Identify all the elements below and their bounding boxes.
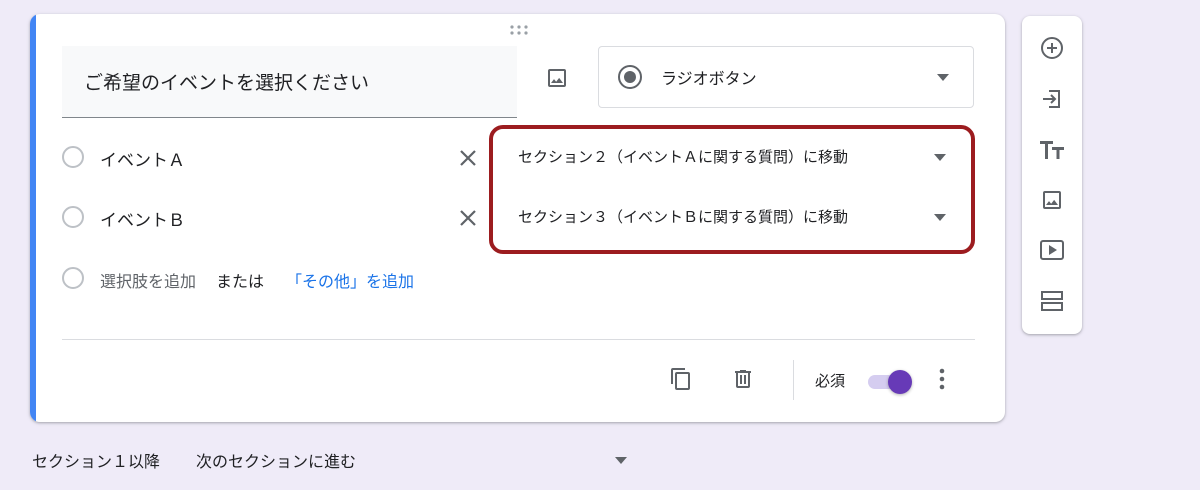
duplicate-icon	[671, 368, 690, 390]
option-radio	[62, 146, 84, 168]
add-other-link[interactable]: 「その他」を追加	[286, 268, 414, 292]
side-toolbar	[1022, 16, 1082, 334]
after-section-select[interactable]: 次のセクションに進む	[196, 448, 356, 472]
go-to-section-select[interactable]: セクション２（イベントＡに関する質問）に移動	[518, 146, 848, 167]
or-text: または	[216, 272, 265, 291]
footer-divider	[62, 339, 975, 340]
chevron-down-icon[interactable]	[934, 154, 946, 161]
import-icon	[1043, 90, 1060, 108]
close-icon	[460, 150, 476, 166]
import-questions-button[interactable]	[1037, 84, 1067, 114]
option-label[interactable]: イベントＢ	[100, 206, 185, 231]
option-row: イベントＢ セクション３（イベントＢに関する質問）に移動	[62, 198, 962, 238]
video-icon	[1040, 240, 1064, 260]
image-icon	[1043, 191, 1061, 209]
add-option-link[interactable]: 選択肢を追加	[100, 268, 196, 292]
toggle-thumb	[888, 370, 912, 394]
active-accent-bar	[30, 14, 36, 422]
question-card[interactable]: ご希望のイベントを選択ください ラジオボタン イベントＡ セクション２（イベント…	[30, 14, 1005, 422]
add-image-button[interactable]	[1037, 185, 1067, 215]
option-radio	[62, 206, 84, 228]
image-icon	[548, 69, 566, 87]
required-toggle[interactable]	[866, 370, 912, 394]
add-section-button[interactable]	[1037, 286, 1067, 316]
section-icon	[1041, 291, 1063, 311]
option-label[interactable]: イベントＡ	[100, 146, 185, 171]
more-options-button[interactable]	[930, 364, 954, 394]
remove-option-button[interactable]	[454, 144, 482, 172]
add-circle-icon	[1041, 37, 1063, 59]
drag-handle-icon[interactable]	[509, 24, 529, 36]
footer-separator	[793, 360, 794, 400]
chevron-down-icon[interactable]	[615, 457, 627, 464]
delete-button[interactable]	[728, 364, 758, 394]
chevron-down-icon[interactable]	[934, 214, 946, 221]
add-title-button[interactable]	[1037, 135, 1067, 165]
delete-icon	[735, 370, 751, 388]
add-option-row: 選択肢を追加 または 「その他」を追加	[62, 264, 662, 294]
chevron-down-icon	[937, 74, 949, 81]
remove-option-button[interactable]	[454, 204, 482, 232]
radio-button-checked-icon	[618, 65, 642, 89]
add-video-button[interactable]	[1037, 235, 1067, 265]
add-question-button[interactable]	[1037, 33, 1067, 63]
close-icon	[460, 210, 476, 226]
option-radio	[62, 267, 84, 289]
title-icon	[1040, 141, 1064, 159]
duplicate-button[interactable]	[666, 364, 696, 394]
question-type-label: ラジオボタン	[661, 69, 757, 88]
more-vert-icon	[939, 368, 945, 390]
add-image-button[interactable]	[541, 62, 573, 94]
required-label: 必須	[815, 372, 846, 390]
question-title-text: ご希望のイベントを選択ください	[84, 72, 370, 94]
option-row: イベントＡ セクション２（イベントＡに関する質問）に移動	[62, 138, 962, 178]
question-title-input[interactable]: ご希望のイベントを選択ください	[62, 46, 517, 118]
after-section-label: セクション１以降	[32, 452, 161, 471]
go-to-section-select[interactable]: セクション３（イベントＢに関する質問）に移動	[518, 206, 848, 227]
question-type-select[interactable]: ラジオボタン	[598, 46, 974, 108]
